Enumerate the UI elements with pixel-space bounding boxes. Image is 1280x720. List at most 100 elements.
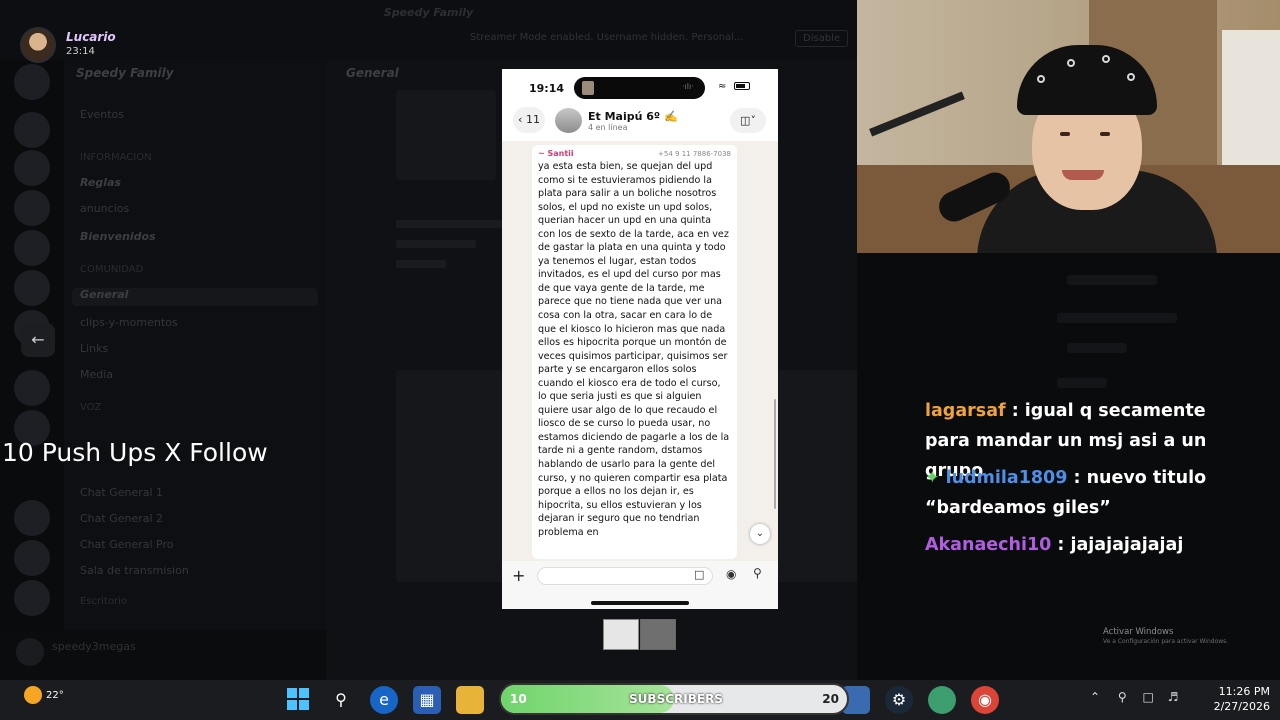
discord-topbar: Speedy Family Streamer Mode enabled. Use… — [0, 0, 857, 60]
channel-category[interactable]: VOZ — [80, 402, 101, 420]
channel-item[interactable]: Chat General 2 — [80, 512, 163, 530]
message-bubble[interactable]: ~ Santii +54 9 11 7886-7038 ya esta esta… — [532, 145, 737, 559]
activate-windows-subtitle: Ve a Configuración para activar Windows. — [1103, 638, 1229, 645]
server-icon[interactable] — [14, 370, 50, 406]
subscriber-goal-bar: 10 SUBSCRIBERS 20 — [499, 683, 849, 715]
arrow-left-icon[interactable]: ← — [21, 323, 55, 357]
activate-windows-title: Activar Windows — [1103, 627, 1174, 637]
chevron-up-icon[interactable]: ⌃ — [1090, 690, 1100, 704]
camera-icon[interactable]: ◉ — [726, 567, 736, 581]
home-indicator — [591, 601, 689, 605]
sender-phone: +54 9 11 7886-7038 — [658, 150, 731, 158]
channel-category[interactable]: INFORMACION — [80, 152, 152, 170]
avatar[interactable] — [16, 638, 44, 666]
channel-item[interactable]: Chat General 1 — [80, 486, 163, 504]
channel-item[interactable]: Reglas — [80, 176, 121, 194]
streamer-eye — [1100, 132, 1110, 136]
server-icon[interactable] — [14, 500, 50, 536]
sticker-icon[interactable]: □ — [694, 568, 704, 581]
streamer-mode-notice: Streamer Mode enabled. Username hidden. … — [470, 32, 744, 43]
ghost-line — [1067, 275, 1157, 285]
edge-icon[interactable]: e — [370, 686, 398, 714]
microphone-icon[interactable]: ⚲ — [753, 566, 762, 580]
chat-username: ludmila1809 — [945, 468, 1068, 488]
store-icon[interactable]: ▦ — [413, 686, 441, 714]
search-icon[interactable]: ⚲ — [327, 686, 355, 714]
group-status: 4 en línea — [588, 123, 628, 132]
server-icon[interactable] — [14, 580, 50, 616]
channel-item[interactable]: Sala de transmision — [80, 564, 189, 582]
embed-image — [396, 90, 496, 180]
phone-time: 19:14 — [529, 82, 565, 95]
steam-icon[interactable]: ⚙ — [885, 686, 913, 714]
channel-item[interactable]: clips-y-momentos — [80, 316, 178, 334]
windows-start-icon[interactable] — [287, 688, 309, 710]
network-icon[interactable]: □ — [1143, 690, 1154, 704]
dynamic-island: ·ılı· — [574, 77, 705, 99]
server-name[interactable]: Speedy Family — [76, 66, 174, 80]
channel-header: General — [346, 66, 399, 80]
message-text: ya esta esta bien, se quejan del upd com… — [538, 161, 730, 538]
ghost-line — [1057, 378, 1107, 388]
channel-item[interactable]: Bienvenidos — [80, 230, 156, 248]
image-thumbnails — [603, 619, 676, 650]
channel-item[interactable]: Chat General Pro — [80, 538, 174, 556]
chat-text: : jajajajajajaj — [1051, 535, 1184, 555]
chat-message: ✦ ludmila1809 : nuevo titulo “bardeamos g… — [925, 463, 1245, 523]
browser-icon[interactable] — [928, 686, 956, 714]
status-icons: ≈ — [718, 81, 750, 92]
server-icon[interactable] — [14, 150, 50, 186]
group-name[interactable]: Et Maipú 6º ✍️ — [588, 110, 678, 123]
channel-item[interactable]: anuncios — [80, 202, 129, 220]
thumbnail[interactable] — [603, 619, 639, 650]
group-avatar[interactable] — [555, 108, 582, 133]
webcam-feed — [857, 0, 1280, 253]
waveform-icon: ·ılı· — [682, 82, 694, 91]
disable-button[interactable]: Disable — [795, 30, 849, 47]
chat-header: ‹ 11 Et Maipú 6º ✍️ 4 en línea ◫˅ — [502, 105, 778, 137]
server-icon[interactable] — [14, 190, 50, 226]
channel-item[interactable]: Eventos — [80, 108, 124, 126]
back-count: 11 — [525, 113, 540, 126]
channel-item[interactable]: Media — [80, 368, 113, 386]
video-call-icon[interactable]: ◫˅ — [730, 108, 766, 133]
scrollbar[interactable] — [774, 399, 776, 509]
channel-category[interactable]: COMUNIDAD — [80, 264, 143, 282]
clock[interactable]: 11:26 PM 2/27/2026 — [1200, 684, 1270, 714]
channel-sidebar: Speedy Family Eventos INFORMACION Reglas an… — [64, 60, 326, 680]
weather-widget[interactable]: 22° — [24, 686, 64, 704]
folder-icon[interactable] — [456, 686, 484, 714]
toast-time: 23:14 — [66, 46, 95, 57]
webcam-bag — [1222, 30, 1280, 170]
sun-icon — [24, 686, 42, 704]
streamer-mouth — [1062, 170, 1104, 180]
server-icon[interactable] — [14, 540, 50, 576]
server-title: Speedy Family — [383, 6, 474, 19]
chrome-icon[interactable]: ◉ — [971, 686, 999, 714]
subscriber-goal: 20 — [822, 692, 839, 706]
server-icon[interactable] — [14, 64, 50, 100]
server-icon[interactable] — [14, 112, 50, 148]
scroll-down-icon[interactable]: ⌄ — [750, 524, 770, 544]
channel-item[interactable]: General — [72, 288, 318, 306]
plus-icon[interactable]: + — [512, 566, 525, 585]
chat-username: Akanaechi10 — [925, 535, 1052, 555]
clock-time: 11:26 PM — [1218, 685, 1270, 698]
message-input[interactable] — [537, 567, 713, 585]
chat-username: lagarsaf — [925, 401, 1006, 421]
push-ups-overlay: 10 Push Ups X Follow — [2, 438, 268, 467]
server-icon[interactable] — [14, 270, 50, 306]
volume-icon[interactable]: ♬ — [1168, 690, 1179, 704]
message-line — [396, 260, 446, 268]
thumbnail[interactable] — [640, 619, 676, 650]
username: speedy3megas — [52, 640, 136, 653]
microphone-icon[interactable]: ⚲ — [1118, 690, 1127, 704]
back-button[interactable]: ‹ 11 — [513, 107, 545, 133]
subscriber-label: SUBSCRIBERS — [629, 692, 723, 706]
channel-category[interactable]: Escritorio — [80, 596, 127, 614]
server-icon[interactable] — [14, 230, 50, 266]
avatar — [20, 27, 56, 63]
channel-item[interactable]: Links — [80, 342, 108, 360]
phone-screenshot: 19:14 ·ılı· ≈ ‹ 11 Et Maipú 6º ✍️ 4 en l… — [502, 69, 778, 609]
system-tray: ⌃ ⚲ □ ♬ — [1090, 690, 1178, 704]
